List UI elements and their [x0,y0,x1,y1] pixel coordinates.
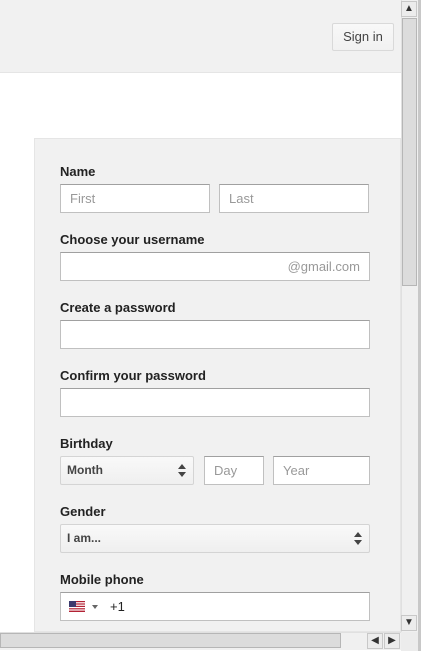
gender-select[interactable]: I am... [60,524,370,553]
username-input[interactable]: @gmail.com [60,252,370,281]
select-arrows-icon [354,532,362,545]
mobile-phone-label: Mobile phone [60,572,144,587]
mobile-phone-input[interactable]: +1 [60,592,370,621]
password-input[interactable] [60,320,370,349]
gender-label: Gender [60,504,106,519]
us-flag-icon[interactable] [69,601,85,612]
horizontal-scroll-thumb[interactable] [0,633,341,648]
name-label: Name [60,164,96,179]
username-label: Choose your username [60,232,205,247]
confirm-password-label: Confirm your password [60,368,206,383]
birth-day-input[interactable]: Day [204,456,264,485]
password-label: Create a password [60,300,176,315]
birth-month-select[interactable]: Month [60,456,194,485]
gender-value: I am... [67,531,102,545]
scroll-left-button[interactable]: ◀ [367,633,383,649]
last-name-input[interactable]: Last [219,184,369,213]
first-name-input[interactable]: First [60,184,210,213]
birth-year-input[interactable]: Year [273,456,370,485]
confirm-password-input[interactable] [60,388,370,417]
top-bar: Sign in [0,0,401,73]
scroll-down-button[interactable]: ▼ [401,615,417,631]
country-dropdown-caret-icon[interactable] [92,605,98,609]
sign-in-button[interactable]: Sign in [332,23,394,51]
gmail-suffix: @gmail.com [287,259,360,274]
scroll-up-button[interactable]: ▲ [401,1,417,17]
birth-month-value: Month [67,463,103,477]
vertical-scroll-thumb[interactable] [402,18,417,286]
select-arrows-icon [178,464,186,477]
scroll-right-button[interactable]: ▶ [384,633,400,649]
birthday-label: Birthday [60,436,113,451]
phone-country-code: +1 [110,599,125,614]
